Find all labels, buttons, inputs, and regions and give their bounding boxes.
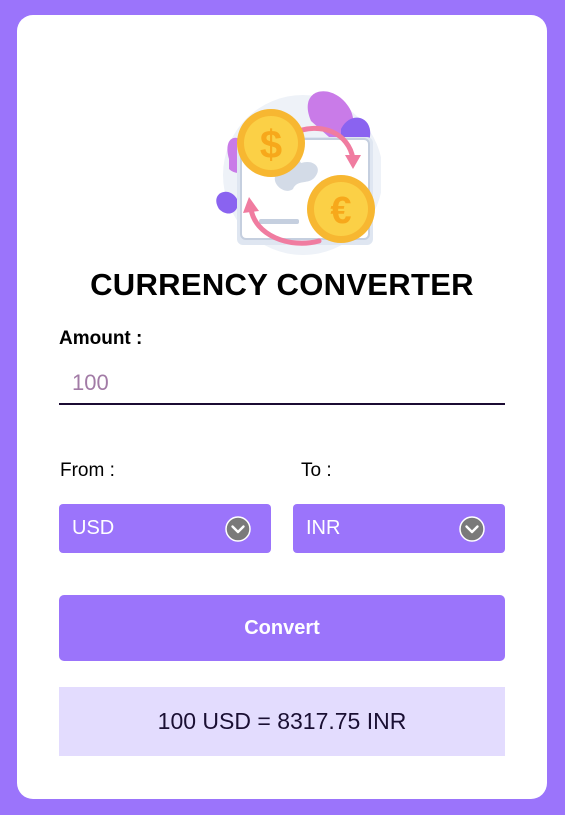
- conversion-result: 100 USD = 8317.75 INR: [59, 687, 505, 756]
- amount-input[interactable]: [59, 363, 505, 405]
- to-currency-value: INR: [306, 517, 341, 539]
- from-currency-value: USD: [72, 517, 115, 539]
- currency-exchange-illustration: $ €: [201, 81, 383, 261]
- amount-label: Amount :: [59, 328, 143, 349]
- page-title: CURRENCY CONVERTER: [90, 267, 474, 302]
- to-currency-select[interactable]: INR: [293, 504, 505, 553]
- svg-text:$: $: [260, 123, 282, 167]
- converter-card: $ € CURRENCY CONVERTER Amount : From : T…: [17, 15, 547, 799]
- convert-button[interactable]: Convert: [59, 595, 505, 661]
- from-currency-select[interactable]: USD: [59, 504, 271, 553]
- svg-text:€: €: [330, 190, 351, 232]
- from-label: From :: [60, 460, 115, 481]
- chevron-down-icon: [225, 516, 251, 542]
- to-label: To :: [301, 460, 332, 481]
- currency-exchange-icon: $ €: [216, 91, 383, 255]
- chevron-down-icon: [459, 516, 485, 542]
